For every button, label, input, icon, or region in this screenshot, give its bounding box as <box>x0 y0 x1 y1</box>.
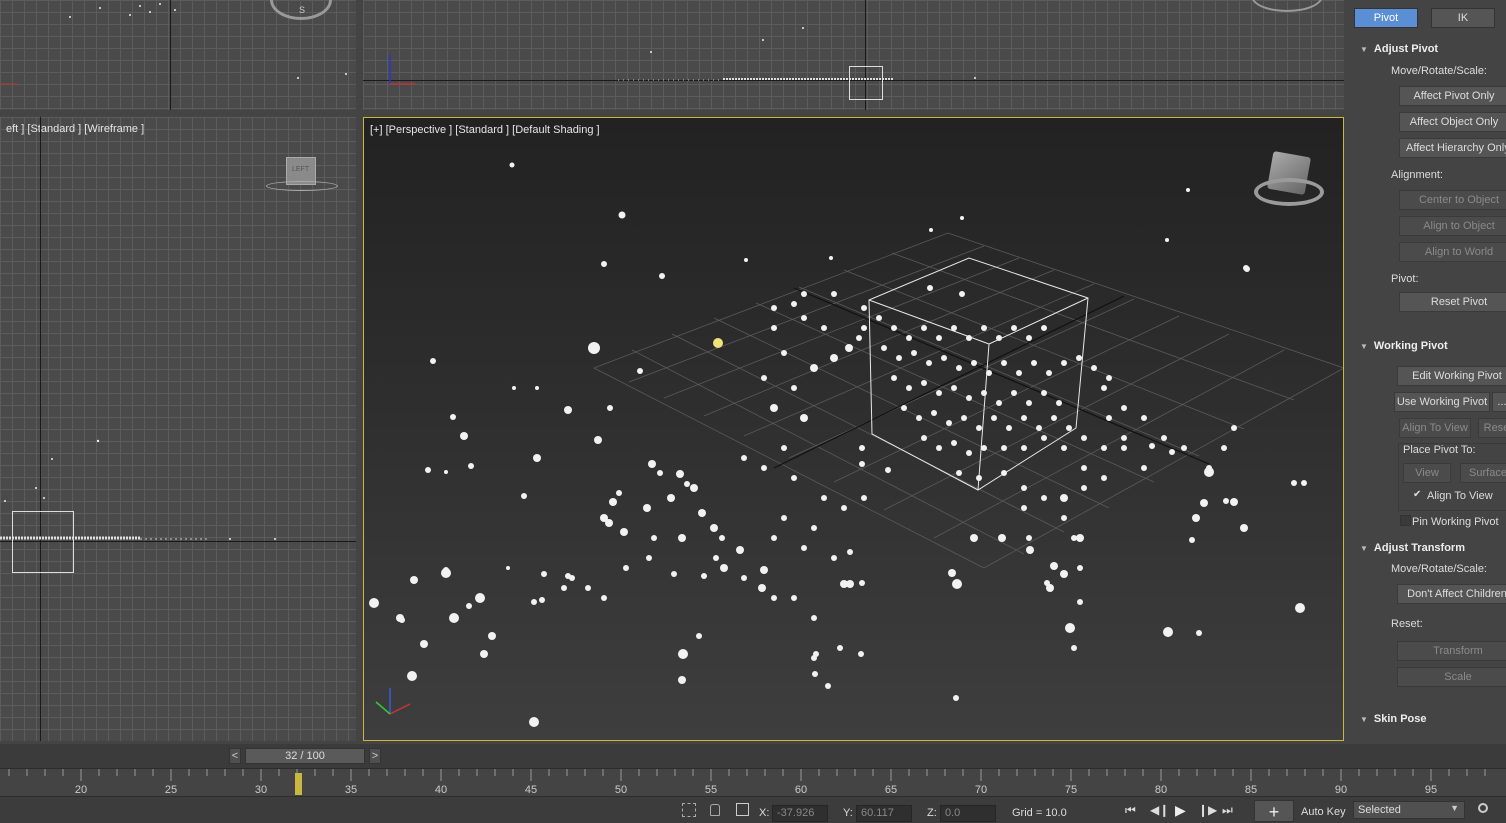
scene-perspective <box>369 162 1343 727</box>
use-working-pivot-button[interactable]: Use Working Pivot <box>1394 392 1490 412</box>
ruler-tick-label: 35 <box>345 784 357 796</box>
rollout-title: Adjust Transform <box>1373 542 1465 554</box>
ruler-tick-label: 75 <box>1065 784 1077 796</box>
viewport-front[interactable] <box>363 0 1344 110</box>
auto-key-button[interactable]: Auto Key <box>1301 806 1346 818</box>
go-to-start-icon[interactable]: ⏮ <box>1125 803 1136 818</box>
collapse-triangle-icon: ▼ <box>1360 342 1368 351</box>
next-frame-icon[interactable]: ❙▶ <box>1198 803 1217 817</box>
pivot-label: Pivot: <box>1391 273 1419 285</box>
place-pivot-surface-button[interactable]: Surface <box>1460 463 1506 483</box>
place-pivot-label: Place Pivot To: <box>1403 444 1476 456</box>
reset-scale-button[interactable]: Scale <box>1397 667 1506 687</box>
align-to-view-checkbox[interactable]: ✔ <box>1413 489 1421 500</box>
pin-working-pivot-label: Pin Working Pivot <box>1412 516 1499 528</box>
x-label: X: <box>759 807 770 819</box>
set-key-icon[interactable]: + <box>1254 800 1294 822</box>
ruler-tick-label: 85 <box>1245 784 1257 796</box>
ruler-tick-label: 55 <box>705 784 717 796</box>
affect-object-only-button[interactable]: Affect Object Only <box>1399 112 1506 132</box>
viewport-perspective[interactable]: [+] [Perspective ] [Standard ] [Default … <box>363 117 1344 741</box>
reset-pivot-button[interactable]: Reset Pivot <box>1399 292 1506 312</box>
x-coordinate-field[interactable]: -37.926 <box>772 805 828 822</box>
status-bar: X: -37.926 Y: 60.117 Z: 0.0 Grid = 10.0 … <box>0 796 1506 823</box>
previous-frame-icon[interactable]: ◀❙ <box>1150 803 1169 817</box>
rollout-title: Adjust Pivot <box>1373 43 1439 55</box>
viewport-left[interactable]: eft ] [Standard ] [Wireframe ] LEFT <box>0 117 356 741</box>
go-to-end-icon[interactable]: ⏭ <box>1222 803 1233 818</box>
timeline-ruler[interactable]: 20 25 30 35 40 45 50 55 60 65 70 75 80 85 90 95 <box>0 768 1506 797</box>
dropdown-value: Selected <box>1358 804 1401 816</box>
ruler-tick-label: 40 <box>435 784 447 796</box>
ruler-tick-label: 45 <box>525 784 537 796</box>
tab-ik[interactable]: IK <box>1431 8 1495 28</box>
absolute-mode-icon[interactable] <box>736 803 749 816</box>
ruler-tick-label: 90 <box>1335 784 1347 796</box>
viewport-top[interactable]: S <box>0 0 356 110</box>
reset-transform-button[interactable]: Transform <box>1397 641 1506 661</box>
ruler-tick-label: 50 <box>615 784 627 796</box>
pin-working-pivot-checkbox[interactable] <box>1400 515 1411 526</box>
edit-working-pivot-button[interactable]: Edit Working Pivot <box>1397 366 1506 386</box>
align-to-view-check-label: Align To View <box>1427 490 1493 502</box>
ruler-tick-label: 25 <box>165 784 177 796</box>
grid-readout: Grid = 10.0 <box>1012 807 1067 819</box>
use-working-pivot-extra-button[interactable]: ... <box>1492 392 1506 412</box>
time-slider-thumb[interactable]: 32 / 100 <box>245 748 365 764</box>
particles-front-view <box>389 27 976 85</box>
y-label: Y: <box>843 807 853 819</box>
ruler-ticks: 20 25 30 35 40 45 50 55 60 65 70 75 80 85 90 95 <box>8 769 1486 796</box>
ruler-tick-label: 60 <box>795 784 807 796</box>
rollout-skin-pose-header[interactable]: ▼ Skin Pose <box>1360 713 1427 725</box>
y-coordinate-field[interactable]: 60.117 <box>856 805 912 822</box>
rollout-title: Skin Pose <box>1373 713 1427 725</box>
ruler-tick-label: 65 <box>885 784 897 796</box>
time-slider-next-button[interactable]: > <box>369 748 381 764</box>
axis-tripod <box>375 688 411 715</box>
rollout-adjust-transform-header[interactable]: ▼ Adjust Transform <box>1360 542 1465 554</box>
particles-left-view <box>0 439 276 540</box>
dont-affect-children-button[interactable]: Don't Affect Children <box>1397 584 1506 604</box>
rollout-adjust-pivot-header[interactable]: ▼ Adjust Pivot <box>1360 43 1438 55</box>
ruler-tick-label: 95 <box>1425 784 1437 796</box>
ruler-tick-label: 70 <box>975 784 987 796</box>
align-to-world-button[interactable]: Align to World <box>1399 242 1506 262</box>
center-to-object-button[interactable]: Center to Object <box>1399 190 1506 210</box>
play-icon[interactable]: ▶ <box>1175 802 1186 819</box>
alignment-label: Alignment: <box>1391 169 1443 181</box>
particle-cloud <box>369 162 1307 727</box>
align-to-object-button[interactable]: Align to Object <box>1399 216 1506 236</box>
collapse-triangle-icon: ▼ <box>1360 45 1368 54</box>
reset-label: Reset: <box>1391 618 1423 630</box>
tab-pivot[interactable]: Pivot <box>1354 8 1418 28</box>
collapse-triangle-icon: ▼ <box>1360 715 1368 724</box>
ruler-tick-label: 30 <box>255 784 267 796</box>
affect-pivot-only-button[interactable]: Affect Pivot Only <box>1399 86 1506 106</box>
current-frame-marker[interactable] <box>295 773 302 795</box>
align-to-view-button[interactable]: Align To View <box>1399 418 1471 438</box>
isolate-icon[interactable] <box>682 803 696 817</box>
command-panel: Pivot IK ▼ Adjust Pivot Move/Rotate/Scale… <box>1350 0 1506 741</box>
rollout-title: Working Pivot <box>1373 340 1448 352</box>
ruler-tick-label: 80 <box>1155 784 1167 796</box>
reset-working-pivot-button[interactable]: Reset <box>1478 418 1506 438</box>
move-rotate-scale-label-transform: Move/Rotate/Scale: <box>1391 563 1487 575</box>
time-slider-prev-button[interactable]: < <box>229 748 241 764</box>
place-pivot-view-button[interactable]: View <box>1403 463 1451 483</box>
particles-top-view <box>0 3 347 85</box>
rollout-working-pivot-header[interactable]: ▼ Working Pivot <box>1360 340 1448 352</box>
highlighted-particle <box>713 338 723 348</box>
collapse-triangle-icon: ▼ <box>1360 544 1368 553</box>
key-filter-dropdown[interactable]: Selected ▼ <box>1353 801 1465 819</box>
affect-hierarchy-only-button[interactable]: Affect Hierarchy Only <box>1399 138 1506 158</box>
z-label: Z: <box>927 807 937 819</box>
search-icon[interactable] <box>1478 803 1488 813</box>
lock-icon[interactable] <box>710 804 720 816</box>
chevron-down-icon: ▼ <box>1450 803 1459 813</box>
time-slider-bar: < 32 / 100 > <box>0 744 1506 768</box>
ruler-tick-label: 20 <box>75 784 87 796</box>
move-rotate-scale-label: Move/Rotate/Scale: <box>1391 65 1487 77</box>
z-coordinate-field[interactable]: 0.0 <box>940 805 996 822</box>
